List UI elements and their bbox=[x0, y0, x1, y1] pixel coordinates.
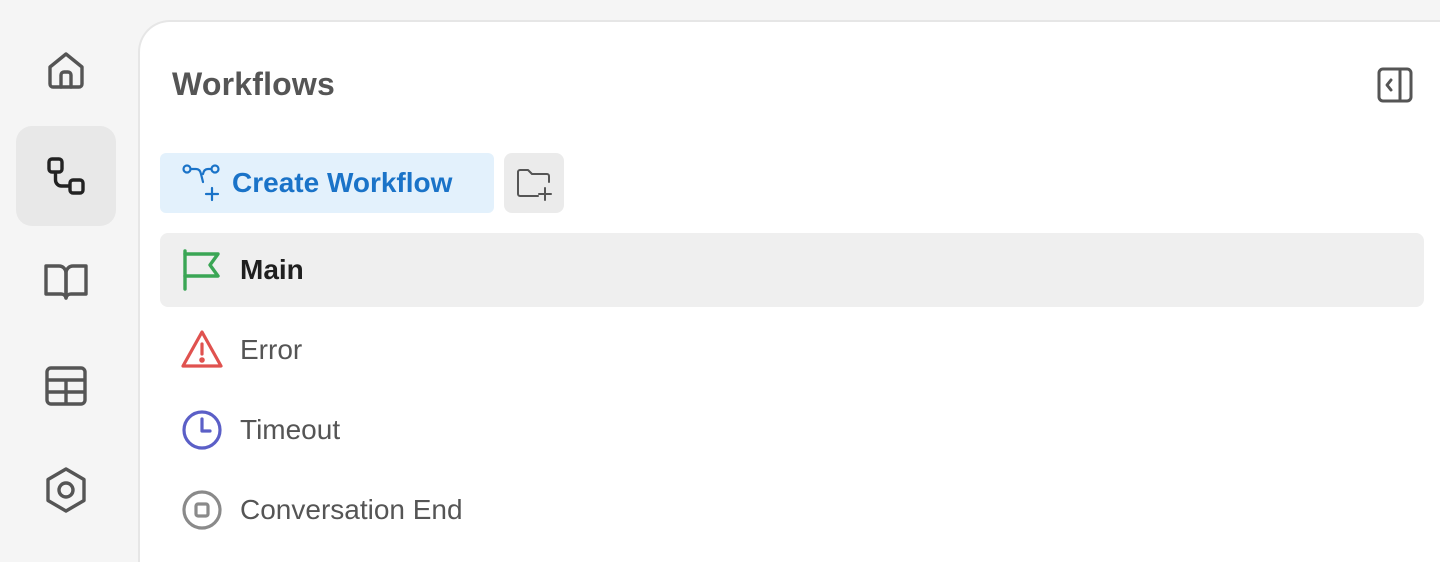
workflow-add-icon bbox=[182, 164, 220, 202]
workflow-list: Main Error Timeout Conversation End bbox=[160, 233, 1424, 553]
workflow-icon bbox=[47, 157, 85, 195]
new-folder-button[interactable] bbox=[504, 153, 564, 213]
app-window: Workflows Create Workflow Main Error Tim… bbox=[0, 0, 1440, 562]
workflow-item-error[interactable]: Error bbox=[160, 313, 1424, 387]
workflow-item-main[interactable]: Main bbox=[160, 233, 1424, 307]
workflow-item-timeout[interactable]: Timeout bbox=[160, 393, 1424, 467]
workflow-label: Main bbox=[240, 254, 304, 285]
sidebar-collapse-icon bbox=[1377, 67, 1413, 103]
create-workflow-button[interactable]: Create Workflow bbox=[160, 153, 494, 213]
home-icon bbox=[48, 52, 84, 89]
workflow-label: Conversation End bbox=[240, 494, 463, 525]
panel-title: Workflows bbox=[172, 66, 336, 102]
collapse-panel-button[interactable] bbox=[1376, 66, 1414, 104]
table-icon bbox=[45, 366, 87, 406]
create-workflow-label: Create Workflow bbox=[232, 167, 453, 198]
clock-icon bbox=[180, 408, 224, 452]
rail-item-knowledge[interactable] bbox=[16, 230, 116, 330]
workflow-item-conversation-end[interactable]: Conversation End bbox=[160, 473, 1424, 547]
book-icon bbox=[44, 264, 88, 300]
stop-circle-icon bbox=[180, 488, 224, 532]
left-rail bbox=[0, 0, 138, 562]
flag-icon bbox=[180, 248, 224, 292]
warning-triangle-icon bbox=[180, 328, 224, 372]
rail-item-tables[interactable] bbox=[16, 336, 116, 436]
workflows-panel: Workflows Create Workflow Main Error Tim… bbox=[138, 20, 1440, 562]
settings-hexagon-icon bbox=[46, 467, 86, 513]
workflow-label: Timeout bbox=[240, 414, 341, 445]
folder-add-icon bbox=[517, 169, 552, 201]
rail-item-workflows[interactable] bbox=[16, 126, 116, 226]
rail-item-settings[interactable] bbox=[16, 440, 116, 540]
rail-item-home[interactable] bbox=[16, 20, 116, 120]
workflow-label: Error bbox=[240, 334, 303, 365]
